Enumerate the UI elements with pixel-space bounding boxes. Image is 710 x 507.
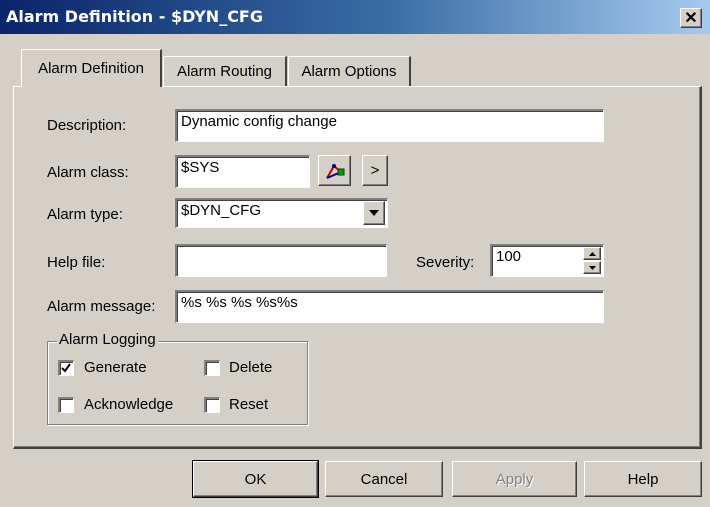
- severity-up-button[interactable]: [583, 247, 601, 260]
- ok-label: OK: [244, 470, 267, 488]
- help-label: Help: [627, 470, 659, 488]
- severity-down-button[interactable]: [583, 261, 601, 274]
- checkmark-icon: [61, 363, 71, 373]
- apply-button[interactable]: Apply: [452, 461, 577, 497]
- arrow-up-icon: [588, 251, 596, 256]
- severity-label: Severity:: [416, 254, 475, 271]
- description-label: Description:: [47, 117, 127, 134]
- ok-button[interactable]: OK: [192, 460, 319, 498]
- chevron-right-icon: >: [370, 162, 380, 179]
- delete-checkbox[interactable]: [204, 360, 220, 376]
- generate-label: Generate: [84, 359, 147, 376]
- chevron-down-icon: [369, 210, 379, 216]
- alarm-message-field[interactable]: %s %s %s %s%s: [175, 290, 604, 323]
- help-file-field[interactable]: [175, 244, 387, 277]
- alarm-class-picker-button[interactable]: [318, 155, 351, 186]
- alarm-class-field[interactable]: $SYS: [175, 155, 310, 188]
- window-title: Alarm Definition - $DYN_CFG: [6, 7, 263, 26]
- generate-checkbox[interactable]: [58, 360, 74, 376]
- tab-label: Alarm Options: [301, 63, 397, 80]
- alarm-type-select[interactable]: $DYN_CFG: [175, 198, 388, 228]
- alarm-message-label: Alarm message:: [47, 298, 156, 315]
- close-button[interactable]: ✕: [680, 8, 702, 28]
- close-icon: ✕: [684, 10, 698, 27]
- severity-value: 100: [496, 248, 522, 265]
- acknowledge-label: Acknowledge: [84, 396, 174, 413]
- tab-label: Alarm Definition: [38, 60, 144, 77]
- alarm-type-label: Alarm type:: [47, 206, 123, 223]
- tab-label: Alarm Routing: [176, 63, 273, 80]
- description-field[interactable]: Dynamic config change: [175, 109, 604, 142]
- help-file-label: Help file:: [47, 254, 106, 271]
- alarm-class-browse-button[interactable]: >: [362, 155, 388, 186]
- reset-label: Reset: [229, 396, 269, 413]
- arrow-down-icon: [588, 265, 596, 270]
- class-graph-icon: [325, 163, 344, 179]
- help-button[interactable]: Help: [584, 461, 702, 497]
- alarm-logging-legend: Alarm Logging: [57, 331, 158, 348]
- tab-alarm-options[interactable]: Alarm Options: [288, 56, 411, 86]
- tab-alarm-definition[interactable]: Alarm Definition: [21, 49, 162, 87]
- cancel-label: Cancel: [360, 470, 408, 488]
- apply-label: Apply: [495, 470, 534, 488]
- tab-alarm-routing[interactable]: Alarm Routing: [163, 56, 287, 86]
- cancel-button[interactable]: Cancel: [325, 461, 443, 497]
- alarm-type-dropdown-button[interactable]: [363, 201, 385, 225]
- alarm-class-label: Alarm class:: [47, 164, 129, 181]
- alarm-type-value: $DYN_CFG: [181, 202, 262, 219]
- delete-label: Delete: [229, 359, 273, 376]
- acknowledge-checkbox[interactable]: [58, 397, 74, 413]
- reset-checkbox[interactable]: [204, 397, 220, 413]
